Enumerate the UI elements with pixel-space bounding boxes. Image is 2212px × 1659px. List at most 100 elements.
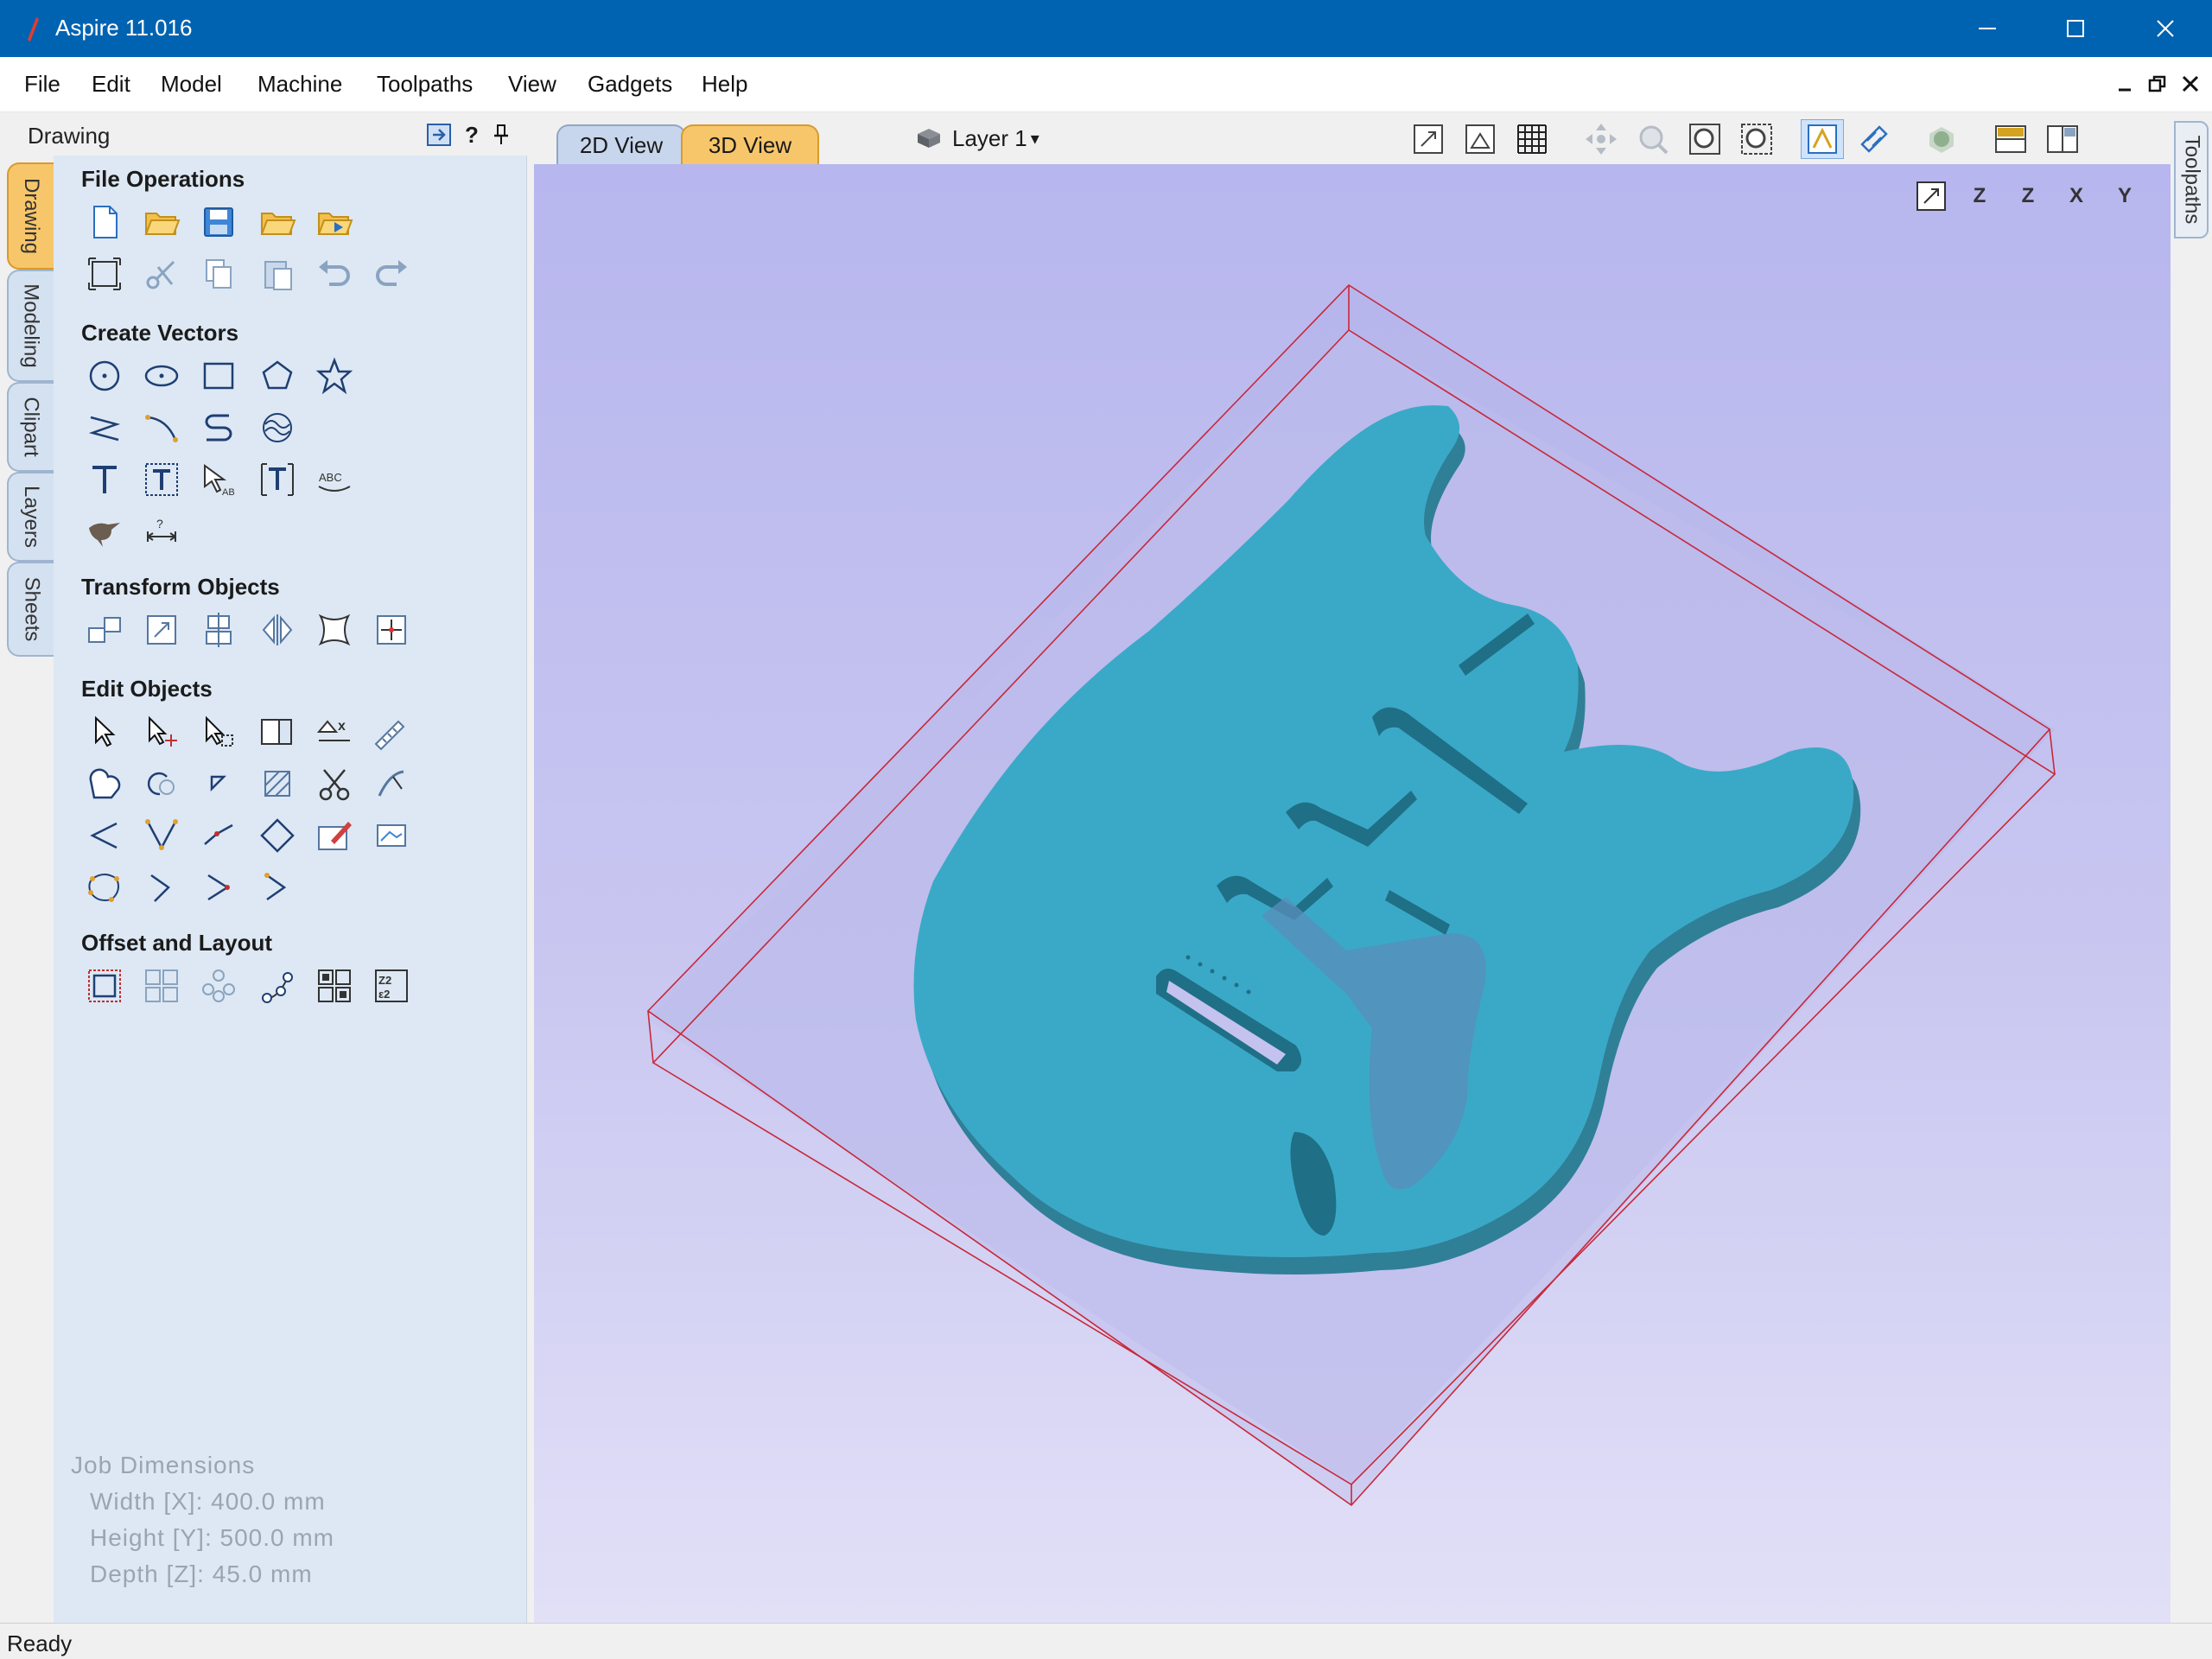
open-file-button[interactable]: [140, 200, 183, 244]
draw-arc-button[interactable]: [140, 406, 183, 449]
job-setup-button[interactable]: [83, 252, 126, 296]
zoom-selection-button[interactable]: [1735, 119, 1778, 159]
offset-button[interactable]: [83, 964, 126, 1007]
copy-button[interactable]: [197, 252, 240, 296]
menu-view[interactable]: View: [508, 71, 556, 98]
extend-button[interactable]: [370, 762, 413, 805]
view-x-button[interactable]: X: [2056, 176, 2096, 216]
scale-button[interactable]: [140, 608, 183, 652]
tab-2d-view[interactable]: 2D View: [556, 124, 686, 164]
layer-dropdown[interactable]: Layer 1 ▾: [914, 123, 1039, 154]
draw-text-button[interactable]: [83, 458, 126, 501]
zoom-window-button[interactable]: [1683, 119, 1726, 159]
undo-button[interactable]: [313, 252, 356, 296]
dimension-button[interactable]: ?: [140, 510, 183, 553]
trim-scissors-button[interactable]: [313, 762, 356, 805]
tab-modeling[interactable]: Modeling: [7, 270, 54, 382]
paste-button[interactable]: [256, 252, 299, 296]
view-y-button[interactable]: Y: [2105, 176, 2145, 216]
copy-along-vector-button[interactable]: [256, 964, 299, 1007]
draw-polyline-button[interactable]: [83, 406, 126, 449]
text-resize-button[interactable]: [256, 458, 299, 501]
cut-button[interactable]: [140, 252, 183, 296]
array-copy-button[interactable]: [140, 964, 183, 1007]
render-model-button[interactable]: [1920, 119, 1963, 159]
panel-dock-button[interactable]: [425, 121, 453, 149]
offset-edit-button[interactable]: [313, 814, 356, 857]
join-vectors-button[interactable]: [140, 814, 183, 857]
tab-3d-view[interactable]: 3D View: [681, 124, 819, 164]
draw-star-button[interactable]: [313, 354, 356, 397]
nesting-button[interactable]: [313, 964, 356, 1007]
snap-toggle-button[interactable]: [1801, 119, 1844, 159]
distort-button[interactable]: [313, 608, 356, 652]
pan-button[interactable]: [1580, 119, 1623, 159]
subtract-button[interactable]: [140, 762, 183, 805]
mdi-minimize-icon[interactable]: [2115, 73, 2138, 95]
minimize-button[interactable]: [1941, 0, 2034, 57]
node-edit-button[interactable]: [140, 710, 183, 753]
auto-layout-text-button[interactable]: [140, 458, 183, 501]
draw-ellipse-button[interactable]: [140, 354, 183, 397]
menu-file[interactable]: File: [24, 71, 60, 98]
zoom-extents-button[interactable]: [1407, 119, 1450, 159]
view-top-button[interactable]: Z: [1960, 176, 1999, 216]
zoom-box-button[interactable]: [1459, 119, 1502, 159]
open-recent-button[interactable]: [256, 200, 299, 244]
auto-nest-button[interactable]: Z2 ε2: [370, 964, 413, 1007]
panel-help-button[interactable]: ?: [458, 121, 486, 149]
select-button[interactable]: [83, 710, 126, 753]
tab-drawing[interactable]: Drawing: [7, 162, 54, 270]
tab-clipart[interactable]: Clipart: [7, 382, 54, 472]
interactive-trim-button[interactable]: [256, 710, 299, 753]
reverse-button[interactable]: [256, 866, 299, 909]
text-on-curve-button[interactable]: AB: [197, 458, 240, 501]
close-vectors-button[interactable]: [83, 814, 126, 857]
create-bitmap-button[interactable]: [370, 814, 413, 857]
tab-toolpaths[interactable]: Toolpaths: [2174, 121, 2209, 238]
new-file-button[interactable]: [83, 200, 126, 244]
menu-machine[interactable]: Machine: [257, 71, 342, 98]
view-iso-button[interactable]: [1911, 176, 1951, 216]
save-file-button[interactable]: [197, 200, 240, 244]
mdi-close-icon[interactable]: [2179, 73, 2202, 95]
bitmap-trace-button[interactable]: [83, 510, 126, 553]
measure-button[interactable]: [370, 710, 413, 753]
delete-duplicates-button[interactable]: x: [313, 710, 356, 753]
menu-gadgets[interactable]: Gadgets: [588, 71, 672, 98]
split-vertical-button[interactable]: [2041, 119, 2084, 159]
smooth-vectors-button[interactable]: [197, 814, 240, 857]
zoom-in-button[interactable]: [1631, 119, 1675, 159]
mirror-button[interactable]: [256, 608, 299, 652]
draw-circle-button[interactable]: [83, 354, 126, 397]
nodes-button[interactable]: [83, 866, 126, 909]
fillet-button[interactable]: [256, 762, 299, 805]
weld-button[interactable]: [83, 762, 126, 805]
panel-pin-button[interactable]: [487, 121, 515, 149]
3d-scene[interactable]: [534, 164, 2171, 1623]
maximize-button[interactable]: [2029, 0, 2122, 57]
menu-toolpaths[interactable]: Toolpaths: [377, 71, 473, 98]
set-origin-button[interactable]: [370, 608, 413, 652]
draw-polygon-button[interactable]: [256, 354, 299, 397]
tab-layers[interactable]: Layers: [7, 472, 54, 562]
draw-rectangle-button[interactable]: [197, 354, 240, 397]
3d-viewport[interactable]: Z Z X Y: [534, 164, 2171, 1623]
menu-edit[interactable]: Edit: [92, 71, 130, 98]
toolpath-preview-button[interactable]: [1853, 119, 1896, 159]
menu-model[interactable]: Model: [161, 71, 222, 98]
menu-help[interactable]: Help: [702, 71, 747, 98]
grid-toggle-button[interactable]: [1510, 119, 1554, 159]
close-button[interactable]: [2119, 0, 2212, 57]
mdi-restore-icon[interactable]: [2146, 73, 2169, 95]
tab-sheets[interactable]: Sheets: [7, 562, 54, 657]
align-button[interactable]: [197, 608, 240, 652]
break-button[interactable]: [197, 866, 240, 909]
fit-curves-button[interactable]: [256, 406, 299, 449]
intersect-button[interactable]: [197, 762, 240, 805]
transform-mode-button[interactable]: [197, 710, 240, 753]
split-horizontal-button[interactable]: [1989, 119, 2032, 159]
draw-curve-button[interactable]: [197, 406, 240, 449]
split-button[interactable]: [140, 866, 183, 909]
curve-fit-button[interactable]: [256, 814, 299, 857]
